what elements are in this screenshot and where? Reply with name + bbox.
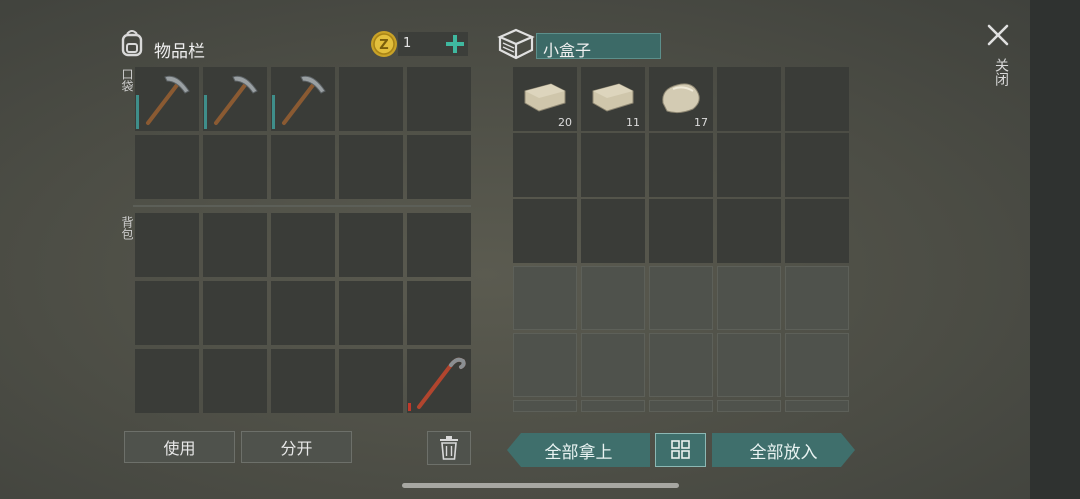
pocket-slot-4[interactable] bbox=[339, 67, 403, 131]
container-slot-locked bbox=[717, 266, 781, 330]
pocket-slot-3[interactable] bbox=[271, 67, 335, 131]
pocket-slot-9[interactable] bbox=[339, 135, 403, 199]
split-button[interactable]: 分开 bbox=[241, 431, 352, 463]
container-slot-locked bbox=[785, 400, 849, 412]
container-slot-locked bbox=[785, 266, 849, 330]
container-slot-1[interactable]: 20 bbox=[513, 67, 577, 131]
add-coins-button[interactable] bbox=[443, 31, 467, 57]
backpack-slot-15[interactable] bbox=[407, 349, 471, 413]
container-slot-locked bbox=[513, 400, 577, 412]
container-slot-locked bbox=[717, 400, 781, 412]
inventory-title: 物品栏 bbox=[154, 42, 205, 62]
container-slot-3[interactable]: 17 bbox=[649, 67, 713, 131]
backpack-slot-10[interactable] bbox=[407, 281, 471, 345]
pickaxe-icon bbox=[146, 75, 190, 125]
container-name-value: 小盒子 bbox=[543, 41, 592, 60]
coin-icon: Z bbox=[370, 30, 398, 58]
take-all-button[interactable]: 全部拿上 bbox=[507, 433, 650, 467]
pocket-slot-6[interactable] bbox=[135, 135, 199, 199]
container-slot-locked bbox=[581, 266, 645, 330]
pocket-slot-2[interactable] bbox=[203, 67, 267, 131]
home-indicator bbox=[402, 483, 679, 488]
backpack-slot-9[interactable] bbox=[339, 281, 403, 345]
container-slot-11[interactable] bbox=[513, 199, 577, 263]
pocket-label: 口袋 bbox=[120, 68, 134, 92]
backpack-slot-5[interactable] bbox=[407, 213, 471, 277]
container-slot-locked bbox=[513, 266, 577, 330]
backpack-slot-1[interactable] bbox=[135, 213, 199, 277]
pickaxe-icon bbox=[282, 75, 326, 125]
backpack-slot-12[interactable] bbox=[203, 349, 267, 413]
backpack-slot-3[interactable] bbox=[271, 213, 335, 277]
backpack-icon bbox=[116, 26, 148, 58]
right-edge-strip bbox=[1030, 0, 1080, 499]
durability-bar bbox=[136, 95, 139, 129]
container-slot-10[interactable] bbox=[785, 133, 849, 197]
container-slot-locked bbox=[785, 333, 849, 397]
backpack-slot-8[interactable] bbox=[271, 281, 335, 345]
crowbar-icon bbox=[417, 357, 466, 409]
plus-icon bbox=[446, 35, 464, 53]
put-all-button[interactable]: 全部放入 bbox=[712, 433, 855, 467]
container-slot-8[interactable] bbox=[649, 133, 713, 197]
sort-button[interactable] bbox=[655, 433, 706, 467]
backpack-slot-11[interactable] bbox=[135, 349, 199, 413]
container-slot-locked bbox=[649, 266, 713, 330]
pocket-slot-5[interactable] bbox=[407, 67, 471, 131]
durability-bar bbox=[272, 95, 275, 129]
container-slot-locked bbox=[649, 400, 713, 412]
svg-text:Z: Z bbox=[379, 38, 388, 53]
use-button[interactable]: 使用 bbox=[124, 431, 235, 463]
backpack-slot-13[interactable] bbox=[271, 349, 335, 413]
item-count: 17 bbox=[694, 116, 708, 129]
pocket-slot-10[interactable] bbox=[407, 135, 471, 199]
backpack-slot-4[interactable] bbox=[339, 213, 403, 277]
container-slot-2[interactable]: 11 bbox=[581, 67, 645, 131]
grid-icon bbox=[671, 440, 690, 459]
backpack-slot-6[interactable] bbox=[135, 281, 199, 345]
pocket-slot-7[interactable] bbox=[203, 135, 267, 199]
item-count: 11 bbox=[626, 116, 640, 129]
container-slot-5[interactable] bbox=[785, 67, 849, 131]
container-slot-locked bbox=[717, 333, 781, 397]
trash-icon bbox=[440, 436, 458, 460]
container-slot-locked bbox=[581, 400, 645, 412]
container-slot-4[interactable] bbox=[717, 67, 781, 131]
container-name-field[interactable]: 小盒子 bbox=[536, 33, 661, 60]
close-label: 关闭 bbox=[993, 58, 1009, 86]
item-count: 20 bbox=[558, 116, 572, 129]
backpack-slot-14[interactable] bbox=[339, 349, 403, 413]
close-icon bbox=[987, 24, 1009, 46]
container-slot-locked bbox=[649, 333, 713, 397]
pickaxe-icon bbox=[214, 75, 258, 125]
trash-button[interactable] bbox=[427, 431, 471, 465]
container-slot-locked bbox=[513, 333, 577, 397]
container-slot-12[interactable] bbox=[581, 199, 645, 263]
section-divider bbox=[133, 205, 471, 207]
container-slot-9[interactable] bbox=[717, 133, 781, 197]
durability-bar bbox=[408, 403, 411, 411]
coin-count: 1 bbox=[403, 36, 412, 51]
backpack-slot-7[interactable] bbox=[203, 281, 267, 345]
container-slot-6[interactable] bbox=[513, 133, 577, 197]
backpack-slot-2[interactable] bbox=[203, 213, 267, 277]
container-slot-15[interactable] bbox=[785, 199, 849, 263]
pocket-slot-8[interactable] bbox=[271, 135, 335, 199]
container-slot-13[interactable] bbox=[649, 199, 713, 263]
box-icon bbox=[497, 27, 535, 61]
pocket-slot-1[interactable] bbox=[135, 67, 199, 131]
container-slot-14[interactable] bbox=[717, 199, 781, 263]
durability-bar bbox=[204, 95, 207, 129]
close-button[interactable]: 关闭 bbox=[985, 22, 1013, 102]
container-slot-locked bbox=[581, 333, 645, 397]
container-slot-7[interactable] bbox=[581, 133, 645, 197]
backpack-label: 背包 bbox=[120, 216, 134, 240]
